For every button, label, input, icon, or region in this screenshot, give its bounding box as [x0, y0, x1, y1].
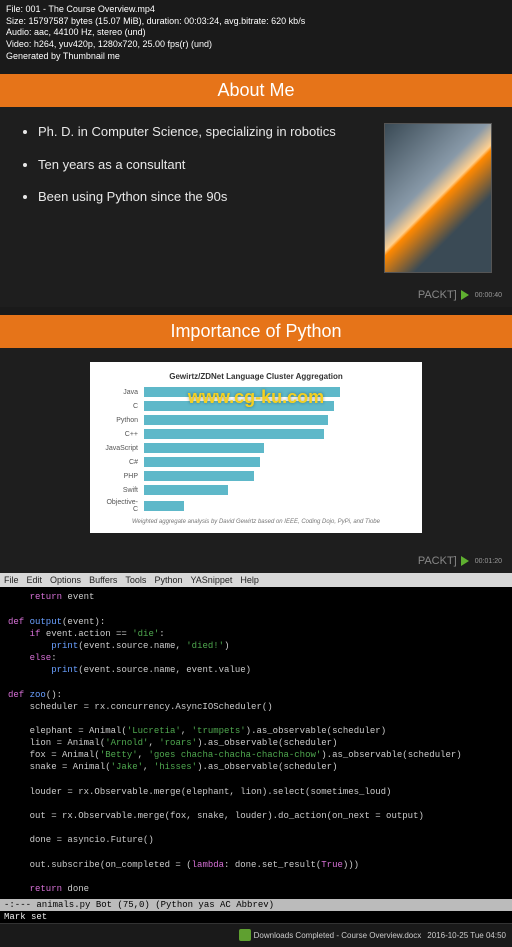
- slide-importance: Importance of Python Gewirtz/ZDNet Langu…: [0, 315, 512, 573]
- code-line: lion = Animal('Arnold', 'roars').as_obse…: [8, 738, 338, 748]
- emacs-status-line: -:--- animals.py Bot (75,0) (Python yas …: [0, 899, 512, 911]
- chart-label: JavaScript: [104, 445, 144, 452]
- timestamp: 00:00:40: [475, 292, 502, 299]
- meta-gen: Generated by Thumbnail me: [6, 51, 506, 63]
- slide-about-me: About Me Ph. D. in Computer Science, spe…: [0, 74, 512, 307]
- code-editor[interactable]: return event def output(event): if event…: [0, 587, 512, 899]
- packt-logo: PACKT] 00:01:20: [418, 555, 502, 567]
- chart-title: Gewirtz/ZDNet Language Cluster Aggregati…: [104, 372, 408, 381]
- packt-logo: PACKT] 00:00:40: [418, 289, 502, 301]
- meta-video: Video: h264, yuv420p, 1280x720, 25.00 fp…: [6, 39, 506, 51]
- video-metadata: File: 001 - The Course Overview.mp4 Size…: [0, 0, 512, 66]
- menu-edit[interactable]: Edit: [27, 575, 43, 585]
- clock[interactable]: 2016-10-25 Tue 04:50: [427, 931, 506, 940]
- download-notification[interactable]: Downloads Completed - Course Overview.do…: [239, 929, 422, 941]
- play-icon: [461, 290, 469, 300]
- download-text: Downloads Completed - Course Overview.do…: [254, 931, 422, 940]
- chart-row: C++: [104, 429, 408, 439]
- code-line: out.subscribe(on_completed = (lambda: do…: [8, 860, 359, 870]
- bullet-item: Been using Python since the 90s: [38, 188, 370, 206]
- taskbar: Downloads Completed - Course Overview.do…: [0, 923, 512, 947]
- chart-label: C: [104, 403, 144, 410]
- download-icon: [239, 929, 251, 941]
- code-line: done = asyncio.Future(): [8, 835, 154, 845]
- code-line: return event: [8, 592, 94, 602]
- chart-label: Objective-C: [104, 499, 144, 513]
- menu-buffers[interactable]: Buffers: [89, 575, 117, 585]
- chart-bar: [144, 443, 264, 453]
- chart-row: Java: [104, 387, 408, 397]
- code-line: print(event.source.name, 'died!'): [8, 641, 229, 651]
- meta-audio: Audio: aac, 44100 Hz, stereo (und): [6, 27, 506, 39]
- emacs-menubar: File Edit Options Buffers Tools Python YASnipp…: [0, 573, 512, 587]
- chart-bar: [144, 485, 228, 495]
- code-line: scheduler = rx.concurrency.AsyncIOSchedu…: [8, 702, 273, 712]
- menu-help[interactable]: Help: [240, 575, 259, 585]
- meta-file: File: 001 - The Course Overview.mp4: [6, 4, 506, 16]
- menu-tools[interactable]: Tools: [125, 575, 146, 585]
- chart-label: C#: [104, 459, 144, 466]
- code-line: elephant = Animal('Lucretia', 'trumpets'…: [8, 726, 386, 736]
- code-line: def output(event):: [8, 617, 105, 627]
- code-line: out = rx.Observable.merge(fox, snake, lo…: [8, 811, 424, 821]
- chart-bar: [144, 401, 334, 411]
- chart-label: C++: [104, 431, 144, 438]
- chart-row: Objective-C: [104, 499, 408, 513]
- packt-text: PACKT]: [418, 289, 457, 301]
- language-chart: Gewirtz/ZDNet Language Cluster Aggregati…: [90, 362, 422, 533]
- chart-bar: [144, 501, 184, 511]
- play-icon: [461, 556, 469, 566]
- chart-label: PHP: [104, 473, 144, 480]
- menu-python[interactable]: Python: [154, 575, 182, 585]
- code-line: else:: [8, 653, 57, 663]
- chart-bar: [144, 457, 260, 467]
- code-line: if event.action == 'die':: [8, 629, 165, 639]
- bullet-item: Ten years as a consultant: [38, 156, 370, 174]
- chart-bar: [144, 429, 324, 439]
- chart-label: Python: [104, 417, 144, 424]
- menu-file[interactable]: File: [4, 575, 19, 585]
- chart-footer: Weighted aggregate analysis by David Gew…: [104, 519, 408, 525]
- timestamp: 00:01:20: [475, 558, 502, 565]
- slide1-title: About Me: [0, 74, 512, 107]
- chart-label: Java: [104, 389, 144, 396]
- chart-row: C#: [104, 457, 408, 467]
- chart-row: JavaScript: [104, 443, 408, 453]
- packt-text: PACKT]: [418, 555, 457, 567]
- clock-text: 2016-10-25 Tue 04:50: [427, 931, 506, 940]
- presenter-photo: [384, 123, 492, 273]
- slide2-title: Importance of Python: [0, 315, 512, 348]
- chart-row: PHP: [104, 471, 408, 481]
- code-line: louder = rx.Observable.merge(elephant, l…: [8, 787, 391, 797]
- chart-row: Swift: [104, 485, 408, 495]
- code-line: def zoo():: [8, 690, 62, 700]
- meta-size: Size: 15797587 bytes (15.07 MiB), durati…: [6, 16, 506, 28]
- code-line: fox = Animal('Betty', 'goes chacha-chach…: [8, 750, 462, 760]
- menu-yasnippet[interactable]: YASnippet: [190, 575, 232, 585]
- chart-bar: [144, 415, 328, 425]
- chart-row: Python: [104, 415, 408, 425]
- bullet-item: Ph. D. in Computer Science, specializing…: [38, 123, 370, 141]
- chart-row: C: [104, 401, 408, 411]
- menu-options[interactable]: Options: [50, 575, 81, 585]
- slide1-bullets: Ph. D. in Computer Science, specializing…: [38, 123, 370, 291]
- code-line: print(event.source.name, event.value): [8, 665, 251, 675]
- emacs-minibuffer[interactable]: Mark set: [0, 911, 512, 923]
- chart-label: Swift: [104, 487, 144, 494]
- code-line: snake = Animal('Jake', 'hisses').as_obse…: [8, 762, 338, 772]
- chart-bar: [144, 471, 254, 481]
- code-line: return done: [8, 884, 89, 894]
- chart-bar: [144, 387, 340, 397]
